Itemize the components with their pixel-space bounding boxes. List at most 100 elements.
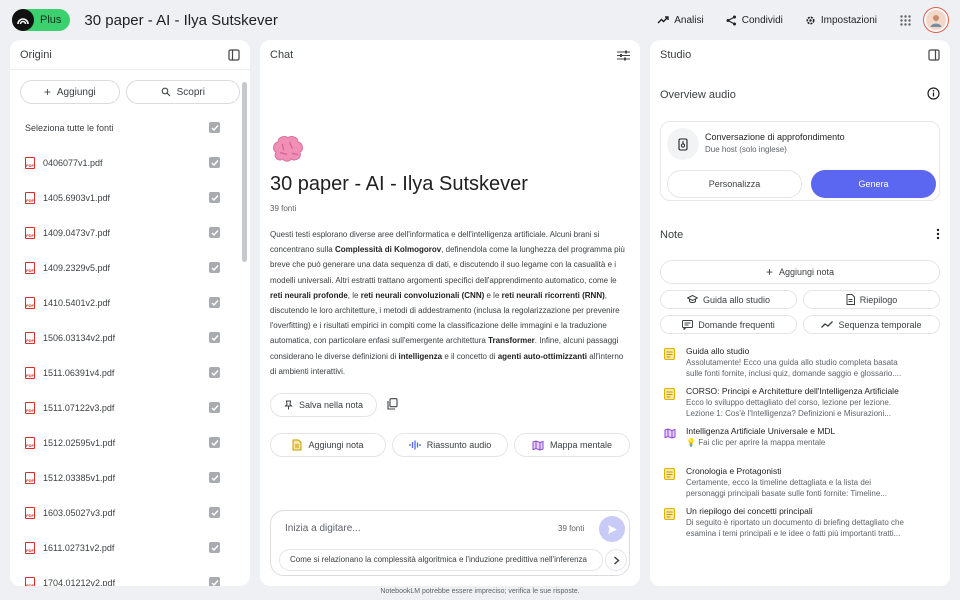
note-title: Un riepilogo dei concetti principali	[686, 506, 813, 516]
send-button[interactable]	[599, 516, 625, 542]
audio-file-icon	[667, 128, 699, 160]
source-item[interactable]: PDF 1409.2329v5.pdf	[10, 250, 240, 285]
note-preview-line2: Lezione 1: Cos'è l'Intelligenza? Definiz…	[686, 409, 891, 418]
source-item[interactable]: PDF 1410.5401v2.pdf	[10, 285, 240, 320]
chat-panel: Chat 30 paper - AI - Ilya Sutskever 39 f…	[260, 40, 640, 586]
studio-panel-header: Studio	[650, 40, 950, 70]
settings-button[interactable]: Impostazioni	[794, 7, 888, 33]
tune-icon[interactable]	[617, 50, 630, 61]
source-list-scrollbar[interactable]	[242, 82, 247, 262]
note-item[interactable]: Cronologia e Protagonisti Certamente, ecc…	[664, 466, 940, 506]
study-guide-button[interactable]: Guida allo studio	[660, 290, 797, 309]
source-item[interactable]: PDF 1405.6903v1.pdf	[10, 180, 240, 215]
source-item[interactable]: PDF 1512.02595v1.pdf	[10, 425, 240, 460]
source-checkbox[interactable]	[209, 297, 220, 308]
pdf-file-icon: PDF	[25, 191, 35, 204]
add-source-button[interactable]: + Aggiungi	[20, 80, 120, 104]
source-checkbox[interactable]	[209, 332, 220, 343]
source-checkbox[interactable]	[209, 192, 220, 203]
note-item[interactable]: CORSO: Principi e Architetture dell'Inte…	[664, 386, 940, 426]
source-checkbox[interactable]	[209, 157, 220, 168]
source-item[interactable]: PDF 0406077v1.pdf	[10, 145, 240, 180]
note-add-icon	[292, 439, 302, 451]
note-item[interactable]: Intelligenza Artificiale Universale e MD…	[664, 426, 940, 466]
discover-sources-button[interactable]: Scopri	[125, 80, 240, 104]
copy-icon[interactable]	[387, 397, 398, 413]
source-checkbox[interactable]	[209, 227, 220, 238]
source-item-name: 1511.06391v4.pdf	[43, 367, 115, 378]
audio-overview-header: Overview audio	[650, 86, 950, 104]
audio-summary-chip[interactable]: Riassunto audio	[392, 433, 508, 458]
faq-button[interactable]: Domande frequenti	[660, 315, 797, 334]
next-suggestion-button[interactable]	[605, 549, 627, 571]
note-icon	[664, 348, 675, 360]
mind-map-chip[interactable]: Mappa mentale	[514, 433, 630, 458]
source-checkbox[interactable]	[209, 472, 220, 483]
chat-composer[interactable]: Inizia a digitare... 39 fonti Come si re…	[270, 510, 630, 576]
select-all-row[interactable]: Seleziona tutte le fonti	[10, 110, 240, 145]
more-vert-icon[interactable]	[936, 228, 940, 243]
suggested-question[interactable]: Come si relazionano la complessità algor…	[279, 549, 603, 571]
disclaimer-footer: NotebookLM potrebbe essere impreciso; ve…	[380, 588, 580, 595]
collapse-studio-icon[interactable]	[928, 49, 940, 61]
source-item-name: 1611.02731v2.pdf	[43, 542, 115, 553]
source-checkbox[interactable]	[209, 262, 220, 273]
graduation-cap-icon	[686, 295, 698, 304]
note-item[interactable]: Guida allo studio Assolutamente! Ecco una…	[664, 346, 940, 386]
source-item-name: 1704.01212v2.pdf	[43, 577, 116, 587]
notes-list: Guida allo studio Assolutamente! Ecco una…	[664, 346, 940, 546]
source-item[interactable]: PDF 1512.03385v1.pdf	[10, 460, 240, 495]
add-note-button[interactable]: + Aggiungi nota	[660, 260, 940, 284]
timeline-button[interactable]: Sequenza temporale	[803, 315, 940, 334]
source-item[interactable]: PDF 1506.03134v2.pdf	[10, 320, 240, 355]
source-checkbox[interactable]	[209, 542, 220, 553]
customize-button[interactable]: Personalizza	[667, 170, 802, 198]
source-item[interactable]: PDF 1409.0473v7.pdf	[10, 215, 240, 250]
generate-button[interactable]: Genera	[811, 170, 936, 198]
save-to-note-button[interactable]: Salva nella nota	[270, 393, 377, 418]
share-button[interactable]: Condividi	[715, 7, 794, 33]
apps-button[interactable]	[892, 7, 918, 33]
composer-placeholder[interactable]: Inizia a digitare...	[285, 523, 361, 534]
studio-panel: Studio Overview audio Conversazione di a…	[650, 40, 950, 586]
gear-icon	[806, 15, 815, 25]
source-checkbox[interactable]	[209, 367, 220, 378]
source-item[interactable]: PDF 1511.07122v3.pdf	[10, 390, 240, 425]
source-list: PDF 0406077v1.pdf PDF 1405.6903v1.pdf PDF 140…	[10, 145, 240, 586]
timeline-icon	[821, 321, 834, 328]
notebooklm-logo[interactable]: Plus	[12, 9, 71, 31]
pdf-file-icon: PDF	[25, 576, 35, 586]
source-count: 39 fonti	[270, 204, 297, 213]
sources-panel-header: Origini	[10, 40, 250, 70]
source-checkbox[interactable]	[209, 577, 220, 586]
notebook-heading: 30 paper - AI - Ilya Sutskever	[270, 173, 528, 195]
document-icon	[846, 294, 855, 305]
user-avatar[interactable]	[924, 8, 948, 32]
source-item[interactable]: PDF 1511.06391v4.pdf	[10, 355, 240, 390]
info-icon[interactable]	[927, 87, 940, 103]
chevron-right-icon	[613, 555, 620, 565]
sources-panel: Origini + Aggiungi Scopri Seleziona tutt…	[10, 40, 250, 586]
chat-panel-title: Chat	[270, 49, 294, 61]
notebook-title[interactable]: 30 paper - AI - Ilya Sutskever	[84, 12, 277, 29]
collapse-panel-icon[interactable]	[228, 48, 240, 61]
source-item-name: 1512.03385v1.pdf	[43, 472, 116, 483]
notebooklm-logo-icon	[12, 9, 34, 31]
select-all-checkbox[interactable]	[209, 122, 220, 133]
chat-panel-header: Chat	[260, 40, 640, 70]
source-item[interactable]: PDF 1611.02731v2.pdf	[10, 530, 240, 565]
summary-button[interactable]: Riepilogo	[803, 290, 940, 309]
note-item[interactable]: Un riepilogo dei concetti principali Di s…	[664, 506, 940, 546]
analytics-button[interactable]: Analisi	[646, 7, 714, 33]
pdf-file-icon: PDF	[25, 261, 35, 274]
note-preview-line2: personaggi principali basate sulle fonti…	[686, 489, 887, 498]
top-bar: Plus 30 paper - AI - Ilya Sutskever Anal…	[0, 0, 960, 40]
source-item[interactable]: PDF 1704.01212v2.pdf	[10, 565, 240, 586]
source-checkbox[interactable]	[209, 507, 220, 518]
note-preview: Certamente, ecco la timeline dettagliata…	[686, 478, 871, 487]
source-item[interactable]: PDF 1603.05027v3.pdf	[10, 495, 240, 530]
note-icon	[664, 388, 675, 400]
source-checkbox[interactable]	[209, 437, 220, 448]
source-checkbox[interactable]	[209, 402, 220, 413]
add-note-chip[interactable]: Aggiungi nota	[270, 433, 386, 458]
